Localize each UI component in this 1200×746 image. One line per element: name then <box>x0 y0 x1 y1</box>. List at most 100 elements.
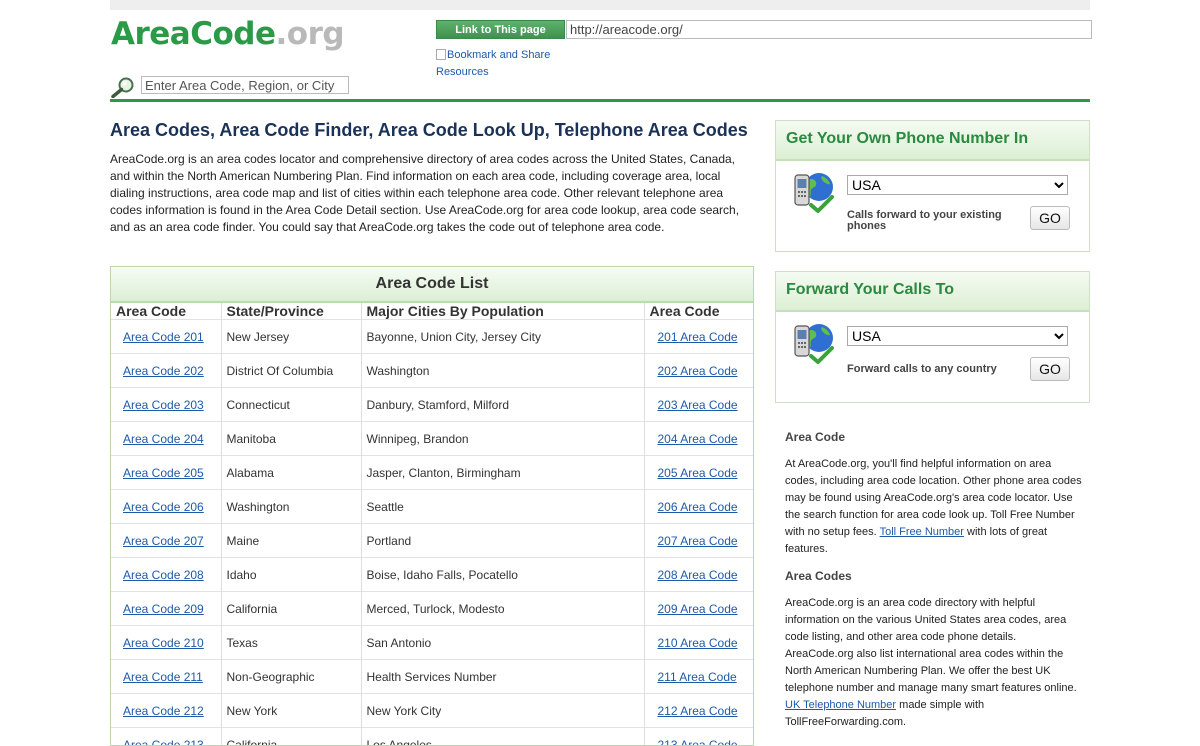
bookmark-share-link[interactable]: Bookmark and Share Resources <box>436 47 576 81</box>
cities-cell: Jasper, Clanton, Birmingham <box>361 456 644 490</box>
area-code-link[interactable]: Area Code 203 <box>123 398 204 412</box>
broken-image-icon <box>436 49 446 60</box>
area-codes-heading: Area Codes <box>785 567 1085 585</box>
table-row: Area Code 207 MainePortland 207 Area Code <box>111 524 753 558</box>
page-title: Area Codes, Area Code Finder, Area Code … <box>110 120 748 141</box>
area-code-detail-link[interactable]: 201 Area Code <box>658 330 738 344</box>
area-code-link[interactable]: Area Code 212 <box>123 704 204 718</box>
area-code-link[interactable]: Area Code 207 <box>123 534 204 548</box>
state-cell: Non-Geographic <box>221 660 361 694</box>
forward-calls-box-title: Forward Your Calls To <box>776 272 1089 312</box>
area-code-link[interactable]: Area Code 208 <box>123 568 204 582</box>
state-cell: Washington <box>221 490 361 524</box>
state-cell: California <box>221 592 361 626</box>
cities-cell: Boise, Idaho Falls, Pocatello <box>361 558 644 592</box>
area-code-detail-link[interactable]: 210 Area Code <box>658 636 738 650</box>
cities-cell: Merced, Turlock, Modesto <box>361 592 644 626</box>
table-row: Area Code 208 IdahoBoise, Idaho Falls, Po… <box>111 558 753 592</box>
phone-go-button[interactable]: GO <box>1030 206 1070 230</box>
area-code-detail-link[interactable]: 207 Area Code <box>658 534 738 548</box>
intro-paragraph: AreaCode.org is an area codes locator an… <box>110 151 750 236</box>
phone-number-box: Get Your Own Phone Number In USA Calls f… <box>775 120 1090 252</box>
toll-free-number-link[interactable]: Toll Free Number <box>880 526 964 538</box>
state-cell: New Jersey <box>221 320 361 354</box>
cities-cell: Seattle <box>361 490 644 524</box>
cities-cell: Washington <box>361 354 644 388</box>
top-gray-bar <box>110 0 1090 10</box>
area-code-link[interactable]: Area Code 205 <box>123 466 204 480</box>
uk-telephone-number-link[interactable]: UK Telephone Number <box>785 699 896 711</box>
area-code-link[interactable]: Area Code 213 <box>123 738 204 746</box>
area-code-detail-link[interactable]: 213 Area Code <box>658 738 738 746</box>
state-cell: District Of Columbia <box>221 354 361 388</box>
cities-cell: Winnipeg, Brandon <box>361 422 644 456</box>
resources-label: Resources <box>436 66 489 78</box>
cities-cell: Health Services Number <box>361 660 644 694</box>
table-row: Area Code 206 WashingtonSeattle 206 Area C… <box>111 490 753 524</box>
state-cell: Maine <box>221 524 361 558</box>
link-to-page-button[interactable]: Link to This page <box>436 20 565 39</box>
area-code-link[interactable]: Area Code 202 <box>123 364 204 378</box>
area-code-heading: Area Code <box>785 428 1085 446</box>
area-code-detail-link[interactable]: 211 Area Code <box>658 670 737 684</box>
area-code-detail-link[interactable]: 212 Area Code <box>658 704 738 718</box>
area-code-detail-link[interactable]: 205 Area Code <box>658 466 738 480</box>
phone-globe-icon <box>789 318 837 366</box>
area-code-paragraph: At AreaCode.org, you'll find helpful inf… <box>785 456 1085 558</box>
column-header: State/Province <box>221 303 361 320</box>
area-code-link[interactable]: Area Code 204 <box>123 432 204 446</box>
area-code-detail-link[interactable]: 204 Area Code <box>658 432 738 446</box>
area-code-list: Area Code List Area Code State/Province … <box>110 266 754 746</box>
forward-country-select[interactable]: USA <box>847 326 1068 346</box>
area-code-detail-link[interactable]: 202 Area Code <box>658 364 738 378</box>
search-input[interactable] <box>141 76 349 94</box>
state-cell: Texas <box>221 626 361 660</box>
table-row: Area Code 212 New YorkNew York City 212 Ar… <box>111 694 753 728</box>
forward-box-note: Forward calls to any country <box>847 364 1017 375</box>
table-row: Area Code 203 ConnecticutDanbury, Stamfor… <box>111 388 753 422</box>
area-code-link[interactable]: Area Code 211 <box>123 670 203 684</box>
site-logo[interactable]: AreaCode.org <box>111 16 344 52</box>
state-cell: Idaho <box>221 558 361 592</box>
area-code-link[interactable]: Area Code 209 <box>123 602 204 616</box>
forward-go-button[interactable]: GO <box>1030 357 1070 381</box>
column-header: Major Cities By Population <box>361 303 644 320</box>
area-code-detail-link[interactable]: 203 Area Code <box>658 398 738 412</box>
page-url-field[interactable] <box>566 20 1092 39</box>
bookmark-label: Bookmark and Share <box>447 49 550 61</box>
cities-cell: Los Angeles <box>361 728 644 746</box>
phone-globe-icon <box>789 167 837 215</box>
cities-cell: Bayonne, Union City, Jersey City <box>361 320 644 354</box>
area-code-link[interactable]: Area Code 201 <box>123 330 204 344</box>
area-code-detail-link[interactable]: 208 Area Code <box>658 568 738 582</box>
area-code-detail-link[interactable]: 206 Area Code <box>658 500 738 514</box>
column-header: Area Code <box>111 303 221 320</box>
table-row: Area Code 204 ManitobaWinnipeg, Brandon 20… <box>111 422 753 456</box>
state-cell: Connecticut <box>221 388 361 422</box>
area-code-link[interactable]: Area Code 210 <box>123 636 204 650</box>
phone-country-select[interactable]: USA <box>847 175 1068 195</box>
area-codes-paragraph: AreaCode.org is an area code directory w… <box>785 595 1085 731</box>
state-cell: New York <box>221 694 361 728</box>
phone-number-box-title: Get Your Own Phone Number In <box>776 121 1089 161</box>
area-code-list-title: Area Code List <box>111 267 753 303</box>
cities-cell: New York City <box>361 694 644 728</box>
column-header: Area Code <box>644 303 753 320</box>
magnifier-icon <box>110 76 136 98</box>
table-row: Area Code 213 CaliforniaLos Angeles 213 Ar… <box>111 728 753 746</box>
header-divider <box>110 99 1090 102</box>
table-row: Area Code 210 TexasSan Antonio 210 Area Co… <box>111 626 753 660</box>
forward-calls-box: Forward Your Calls To USA Forward calls … <box>775 271 1090 403</box>
table-row: Area Code 209 CaliforniaMerced, Turlock, … <box>111 592 753 626</box>
state-cell: California <box>221 728 361 746</box>
cities-cell: San Antonio <box>361 626 644 660</box>
area-code-link[interactable]: Area Code 206 <box>123 500 204 514</box>
cities-cell: Danbury, Stamford, Milford <box>361 388 644 422</box>
cities-cell: Portland <box>361 524 644 558</box>
area-code-table: Area Code State/Province Major Cities By… <box>111 303 753 746</box>
area-code-detail-link[interactable]: 209 Area Code <box>658 602 738 616</box>
table-row: Area Code 202 District Of ColumbiaWashing… <box>111 354 753 388</box>
table-header-row: Area Code State/Province Major Cities By… <box>111 303 753 320</box>
state-cell: Manitoba <box>221 422 361 456</box>
table-row: Area Code 201 New JerseyBayonne, Union Ci… <box>111 320 753 354</box>
